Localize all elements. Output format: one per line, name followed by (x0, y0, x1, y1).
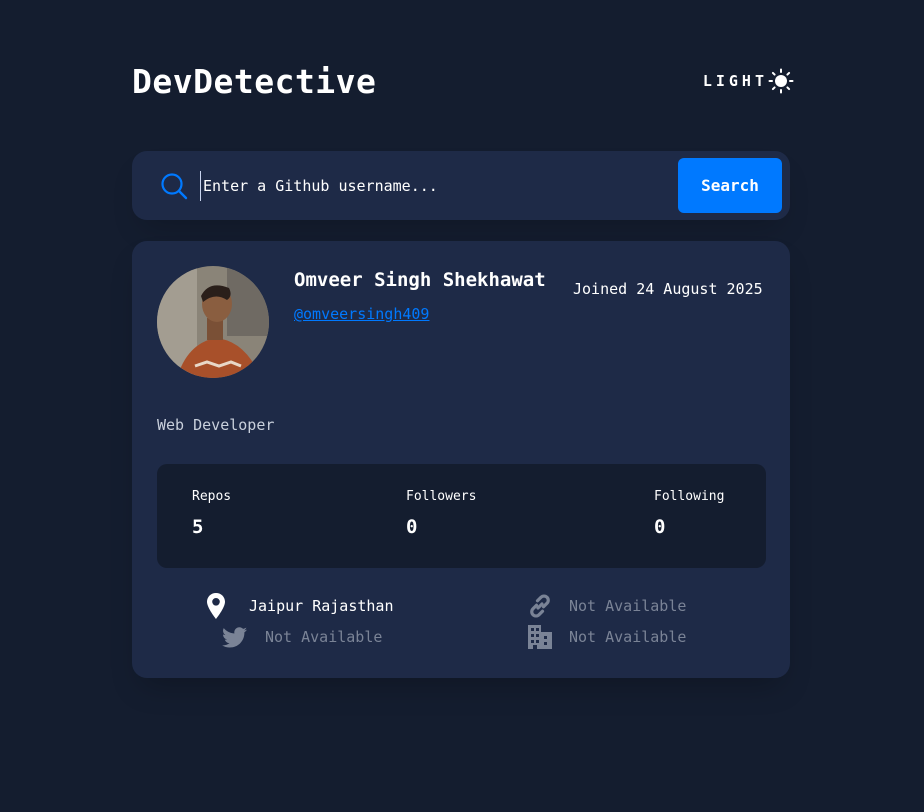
stat-followers: Followers 0 (406, 489, 476, 539)
user-name: Omveer Singh Shekhawat (294, 269, 546, 291)
stat-repos: Repos 5 (192, 489, 231, 539)
user-handle-link[interactable]: @omveersingh409 (294, 305, 429, 323)
sun-icon (768, 68, 794, 94)
company-text: Not Available (569, 628, 687, 646)
stat-followers-value: 0 (406, 516, 418, 538)
twitter-text: Not Available (265, 628, 383, 646)
location-text: Jaipur Rajasthan (249, 597, 394, 615)
twitter-icon (222, 626, 247, 647)
info-company: Not Available (527, 623, 686, 651)
search-input[interactable] (200, 171, 663, 201)
search-bar: Search (132, 151, 790, 220)
info-blog: Not Available (527, 592, 686, 620)
location-pin-icon (207, 593, 225, 619)
blog-text: Not Available (569, 597, 687, 615)
stat-repos-value: 5 (192, 516, 204, 538)
company-building-icon (528, 625, 552, 649)
theme-toggle-button[interactable]: LIGHT (703, 66, 794, 96)
theme-toggle-label: LIGHT (702, 72, 768, 90)
profile-card: Omveer Singh Shekhawat Joined 24 August … (132, 241, 790, 678)
avatar (157, 266, 269, 378)
stats-box: Repos 5 Followers 0 Following 0 (157, 464, 766, 568)
stat-followers-label: Followers (406, 489, 477, 504)
info-twitter: Not Available (222, 623, 382, 651)
user-bio: Web Developer (157, 416, 275, 434)
app-header: DevDetective LIGHT (132, 60, 794, 104)
stat-following-value: 0 (654, 516, 666, 538)
link-icon (530, 594, 550, 618)
stat-following: Following 0 (654, 489, 724, 539)
info-location: Jaipur Rajasthan (207, 592, 394, 620)
stat-repos-label: Repos (192, 489, 232, 504)
stat-following-label: Following (654, 489, 725, 504)
app-title: DevDetective (132, 62, 377, 101)
joined-date: Joined 24 August 2025 (573, 280, 763, 298)
search-button[interactable]: Search (678, 158, 782, 213)
search-icon (161, 173, 188, 200)
avatar-image (157, 266, 269, 378)
